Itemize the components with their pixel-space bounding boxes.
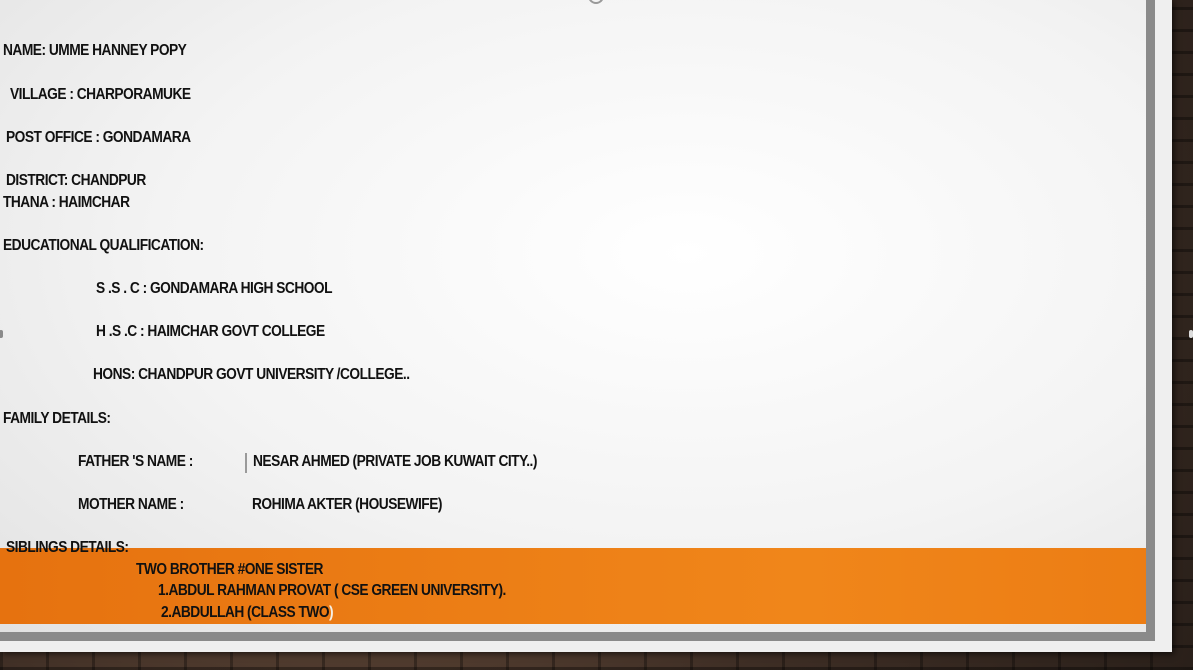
text-cursor-divider xyxy=(245,453,247,473)
hsc-line: H .S .C : HAIMCHAR GOVT COLLEGE xyxy=(96,323,325,340)
father-value: NESAR AHMED (PRIVATE JOB KUWAIT CITY..) xyxy=(253,453,537,470)
name-line: NAME: UMME HANNEY POPY xyxy=(3,42,187,59)
thana-line: THANA : HAIMCHAR xyxy=(3,194,130,211)
district-line: DISTRICT: CHANDPUR xyxy=(6,172,146,189)
sibling-item-2-text: 2.ABDULLAH (CLASS TWO xyxy=(161,604,330,621)
paper-sheet: NAME: UMME HANNEY POPY VILLAGE : CHARPOR… xyxy=(0,0,1172,652)
post-office-line: POST OFFICE : GONDAMARA xyxy=(6,129,191,146)
edge-dot-right xyxy=(1189,330,1193,338)
mother-label: MOTHER NAME : xyxy=(78,496,184,513)
education-heading: EDUCATIONAL QUALIFICATION: xyxy=(3,237,204,254)
father-label: FATHER 'S NAME : xyxy=(78,453,193,470)
village-line: VILLAGE : CHARPORAMUKE xyxy=(10,86,191,103)
mother-value: ROHIMA AKTER (HOUSEWIFE) xyxy=(252,496,442,513)
siblings-summary: TWO BROTHER #ONE SISTER xyxy=(136,561,323,578)
sibling-item-1: 1.ABDUL RAHMAN PROVAT ( CSE GREEN UNIVER… xyxy=(158,582,506,599)
family-heading: FAMILY DETAILS: xyxy=(3,410,111,427)
hons-line: HONS: CHANDPUR GOVT UNIVERSITY /COLLEGE.… xyxy=(93,366,410,383)
edge-dot-left xyxy=(0,330,3,338)
ssc-line: S .S . C : GONDAMARA HIGH SCHOOL xyxy=(96,280,333,297)
sibling-item-2-close: ) xyxy=(329,604,334,621)
siblings-heading: SIBLINGS DETAILS: xyxy=(6,539,129,556)
sibling-item-2: 2.ABDULLAH (CLASS TWO) xyxy=(161,604,334,622)
